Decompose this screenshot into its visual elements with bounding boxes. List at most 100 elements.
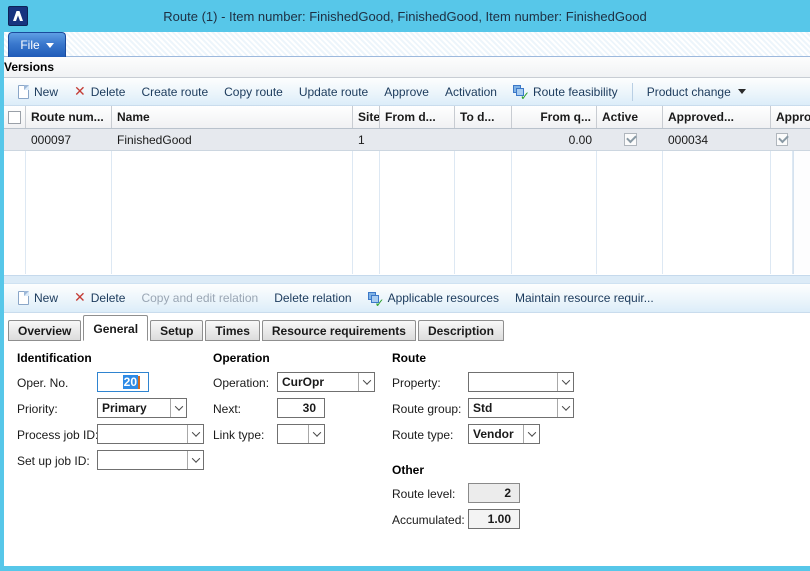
applicable-resources-label: Applicable resources — [388, 291, 499, 305]
applicable-resources-icon: ✓ — [368, 291, 383, 306]
window-bottom-border — [0, 566, 810, 571]
menu-strip: File — [0, 32, 810, 57]
section-other: Other — [392, 463, 424, 477]
cell-route-number: 000097 — [26, 129, 112, 150]
cell-filler — [793, 129, 810, 150]
relation-new-button[interactable]: New — [10, 287, 66, 309]
create-route-button[interactable]: Create route — [133, 81, 216, 103]
copy-route-button[interactable]: Copy route — [216, 81, 291, 103]
delete-relation-button[interactable]: Delete relation — [266, 287, 359, 309]
new-button-label: New — [34, 85, 58, 99]
cell-from-qty: 0.00 — [512, 129, 597, 150]
route-type-select[interactable]: Vendor — [468, 424, 540, 444]
chevron-down-icon[interactable] — [187, 451, 203, 469]
versions-group-label: Versions — [4, 60, 54, 74]
next-input[interactable]: 30 — [277, 398, 325, 418]
new-button[interactable]: New — [10, 81, 66, 103]
chevron-down-icon[interactable] — [358, 373, 374, 391]
versions-toolbar: New ✕ Delete Create route Copy route Upd… — [0, 78, 810, 106]
toolbar-separator — [632, 83, 633, 101]
delete-button[interactable]: ✕ Delete — [66, 81, 133, 103]
versions-grid: Route num... Name Site From d... To d...… — [4, 106, 810, 275]
column-header-to-date[interactable]: To d... — [455, 106, 512, 128]
column-header-approved-by[interactable]: Approved... — [663, 106, 771, 128]
tab-setup[interactable]: Setup — [150, 320, 203, 341]
delete-x-icon: ✕ — [74, 85, 86, 99]
approve-button[interactable]: Approve — [376, 81, 437, 103]
tab-general[interactable]: General — [83, 315, 148, 341]
new-page-icon — [18, 85, 29, 99]
product-change-label: Product change — [647, 85, 731, 99]
tab-description[interactable]: Description — [418, 320, 504, 341]
relation-delete-label: Delete — [91, 291, 126, 305]
general-tab-panel: Identification Operation Route Other Ope… — [4, 341, 810, 566]
activation-button[interactable]: Activation — [437, 81, 505, 103]
approve-label: Approve — [384, 85, 429, 99]
pane-splitter[interactable] — [0, 275, 810, 284]
chevron-down-icon[interactable] — [308, 425, 324, 443]
next-value: 30 — [278, 401, 324, 415]
chevron-down-icon[interactable] — [557, 373, 573, 391]
relation-delete-button[interactable]: ✕ Delete — [66, 287, 133, 309]
update-route-button[interactable]: Update route — [291, 81, 376, 103]
applicable-resources-button[interactable]: ✓ Applicable resources — [360, 287, 507, 310]
grid-header-row: Route num... Name Site From d... To d...… — [4, 106, 810, 129]
delete-button-label: Delete — [91, 85, 126, 99]
operation-select[interactable]: CurOpr — [277, 372, 375, 392]
tab-overview[interactable]: Overview — [8, 320, 81, 341]
title-bar: Route (1) - Item number: FinishedGood, F… — [0, 0, 810, 32]
property-label: Property: — [392, 376, 441, 390]
chevron-down-icon[interactable] — [187, 425, 203, 443]
chevron-down-icon[interactable] — [170, 399, 186, 417]
product-change-button[interactable]: Product change — [639, 81, 754, 103]
select-all-cell — [4, 106, 26, 128]
accumulated-value: 1.00 — [469, 512, 519, 526]
section-identification: Identification — [17, 351, 92, 365]
column-header-name[interactable]: Name — [112, 106, 353, 128]
setup-job-id-select[interactable] — [97, 450, 204, 470]
detail-tabs: Overview General Setup Times Resource re… — [4, 315, 810, 341]
accumulated-field[interactable]: 1.00 — [468, 509, 520, 529]
cell-site: 1 — [353, 129, 380, 150]
route-window: Route (1) - Item number: FinishedGood, F… — [0, 0, 810, 571]
delete-x-icon: ✕ — [74, 291, 86, 305]
relation-new-label: New — [34, 291, 58, 305]
row-selector-cell[interactable] — [4, 129, 26, 150]
tab-times[interactable]: Times — [205, 320, 259, 341]
chevron-down-icon[interactable] — [557, 399, 573, 417]
versions-group-header: Versions — [0, 57, 810, 78]
route-group-select[interactable]: Std — [468, 398, 574, 418]
oper-no-value: 20 — [98, 375, 148, 389]
copy-and-edit-relation-label: Copy and edit relation — [141, 291, 258, 305]
operation-label: Operation: — [213, 376, 269, 390]
oper-no-input[interactable]: 20 — [97, 372, 149, 392]
vertical-scrollbar-track[interactable] — [793, 151, 810, 274]
table-row[interactable]: 000097 FinishedGood 1 0.00 000034 — [4, 129, 810, 151]
file-menu-caret-icon — [46, 43, 54, 48]
maintain-resource-requirements-button[interactable]: Maintain resource requir... — [507, 287, 662, 309]
operation-value: CurOpr — [278, 375, 358, 389]
route-feasibility-button[interactable]: ✓ Route feasibility — [505, 80, 626, 103]
column-header-active[interactable]: Active — [597, 106, 663, 128]
column-header-site[interactable]: Site — [353, 106, 380, 128]
property-select[interactable] — [468, 372, 574, 392]
window-left-border — [0, 32, 4, 571]
process-job-id-select[interactable] — [97, 424, 204, 444]
section-operation: Operation — [213, 351, 270, 365]
select-all-checkbox[interactable] — [8, 111, 21, 124]
priority-select[interactable]: Primary — [97, 398, 187, 418]
oper-no-label: Oper. No. — [17, 376, 68, 390]
column-header-route-number[interactable]: Route num... — [26, 106, 112, 128]
copy-and-edit-relation-button: Copy and edit relation — [133, 287, 266, 309]
column-header-from-date[interactable]: From d... — [380, 106, 455, 128]
link-type-label: Link type: — [213, 428, 264, 442]
dynamics-ax-app-icon — [8, 6, 28, 26]
column-header-approved[interactable]: Approv... — [771, 106, 810, 128]
tab-resource-requirements[interactable]: Resource requirements — [262, 320, 416, 341]
file-menu-button[interactable]: File — [8, 32, 66, 57]
link-type-select[interactable] — [277, 424, 325, 444]
chevron-down-icon[interactable] — [523, 425, 539, 443]
column-header-from-qty[interactable]: From q... — [512, 106, 597, 128]
priority-value: Primary — [98, 401, 170, 415]
route-type-label: Route type: — [392, 428, 453, 442]
